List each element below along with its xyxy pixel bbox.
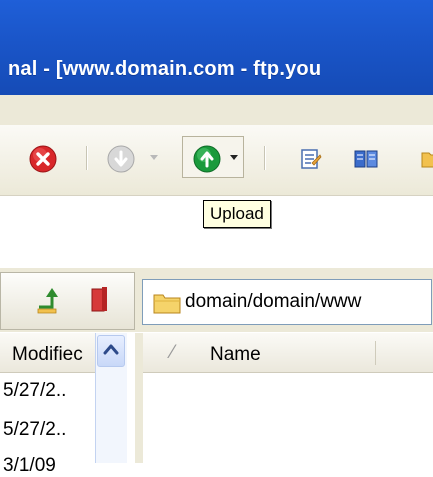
window-title: nal - [www.domain.com - ftp.you <box>8 58 322 80</box>
download-dropdown-button[interactable] <box>148 150 160 166</box>
upload-dropdown-button[interactable] <box>228 150 240 166</box>
delete-icon <box>89 285 109 315</box>
chevron-up-icon <box>103 342 119 360</box>
folder-icon <box>420 147 433 171</box>
column-divider[interactable] <box>375 341 376 365</box>
open-folder-button[interactable] <box>420 144 433 174</box>
toolbar-separator <box>264 146 266 170</box>
folder-icon <box>153 292 181 319</box>
toolbar-separator <box>86 146 88 170</box>
local-column-header-modified[interactable]: Modifiec <box>0 333 95 373</box>
edit-file-icon <box>299 147 323 171</box>
list-item[interactable]: 3/1/09 <box>3 455 56 477</box>
dropdown-arrow-icon <box>230 155 238 161</box>
download-icon <box>106 144 136 174</box>
queue-button[interactable] <box>351 144 381 174</box>
delete-button[interactable] <box>86 283 112 317</box>
local-panel-toolbar <box>0 272 135 330</box>
upload-icon <box>192 144 222 174</box>
stop-button[interactable] <box>26 142 60 176</box>
remote-path-field[interactable]: domain/domain/www <box>142 279 432 325</box>
list-item[interactable]: 5/27/2.. <box>3 419 66 441</box>
column-label-name[interactable]: Name <box>210 344 261 366</box>
edit-file-button[interactable] <box>296 144 326 174</box>
window-titlebar: nal - [www.domain.com - ftp.you <box>0 0 433 95</box>
remote-path-text: domain/domain/www <box>185 291 362 312</box>
download-button[interactable] <box>104 142 138 176</box>
panel-splitter[interactable] <box>135 333 143 463</box>
scroll-up-button[interactable] <box>97 335 125 367</box>
parent-folder-button[interactable] <box>34 283 64 317</box>
up-arrow-icon <box>36 285 62 315</box>
menu-bar <box>0 95 433 125</box>
column-label-modified: Modifiec <box>12 344 83 365</box>
list-item[interactable]: 5/27/2.. <box>3 380 66 402</box>
upload-tooltip: Upload <box>203 200 271 228</box>
queue-icon <box>353 147 379 171</box>
sort-indicator-icon: ⁄ <box>171 342 175 363</box>
local-panel-scrollbar[interactable] <box>95 333 127 463</box>
dropdown-arrow-icon <box>150 155 158 161</box>
upload-button[interactable] <box>190 142 224 176</box>
stop-icon <box>28 144 58 174</box>
remote-column-header: ⁄ Name <box>143 333 433 373</box>
